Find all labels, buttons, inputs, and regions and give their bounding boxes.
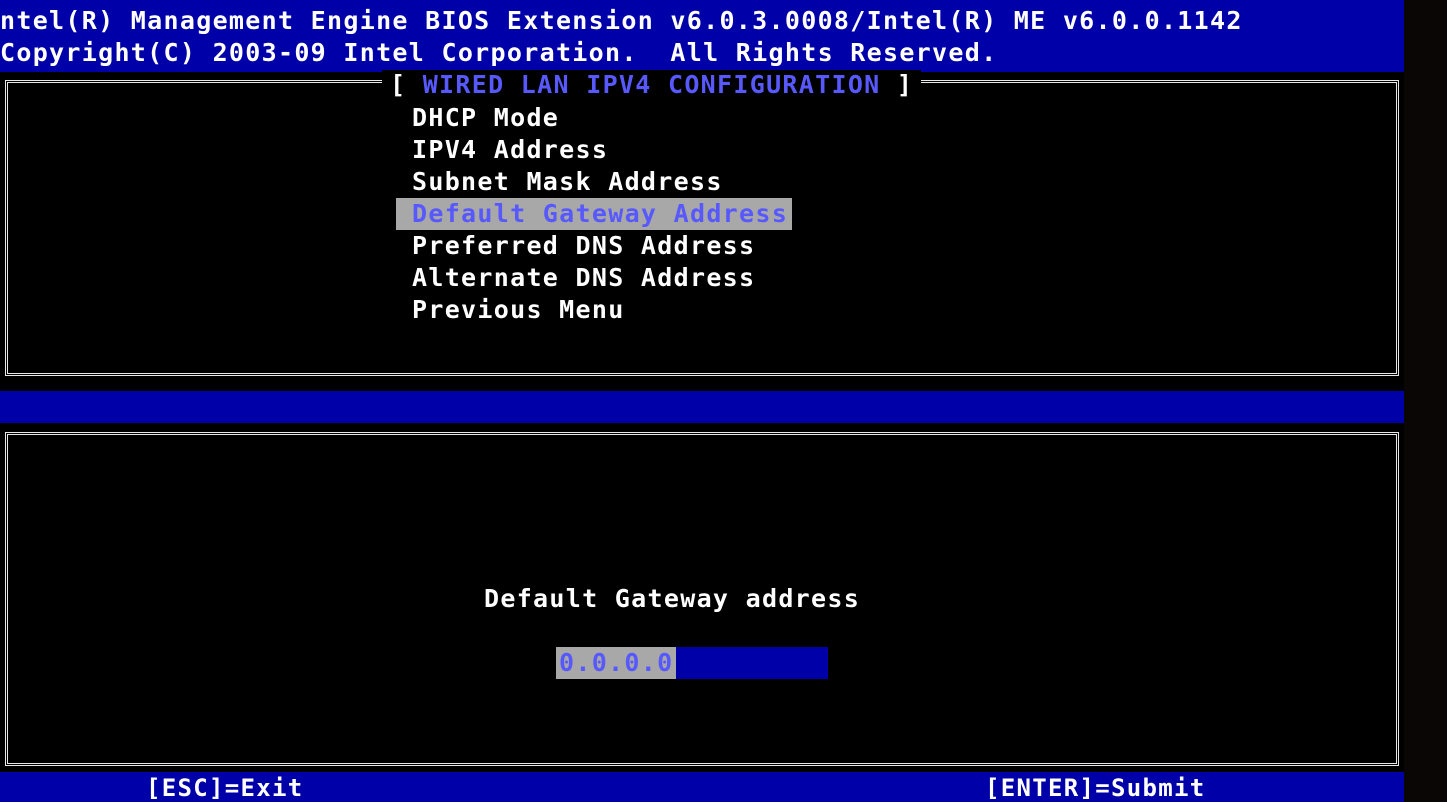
gateway-address-input[interactable]: 0.0.0.0 <box>556 647 828 679</box>
menu-title-close-bracket: ] <box>880 70 914 99</box>
menu-item-ipv4-address[interactable]: IPV4 Address <box>396 134 792 166</box>
menu-item-preferred-dns-address[interactable]: Preferred DNS Address <box>396 230 792 262</box>
input-prompt-label: Default Gateway address <box>484 584 861 613</box>
esc-exit-hint[interactable]: [ESC]=Exit <box>146 774 304 802</box>
menu-title: [ WIRED LAN IPV4 CONFIGURATION ] <box>382 70 922 99</box>
menu-title-text: WIRED LAN IPV4 CONFIGURATION <box>422 70 881 99</box>
menu-list: DHCP Mode IPV4 Address Subnet Mask Addre… <box>396 102 793 326</box>
bios-screen: ntel(R) Management Engine BIOS Extension… <box>0 0 1447 802</box>
header-version-text: ntel(R) Management Engine BIOS Extension… <box>0 6 1243 35</box>
menu-item-subnet-mask-address[interactable]: Subnet Mask Address <box>396 166 792 198</box>
status-bar <box>0 391 1404 423</box>
menu-item-alternate-dns-address[interactable]: Alternate DNS Address <box>396 262 792 294</box>
screen-edge <box>1404 0 1447 802</box>
menu-item-dhcp-mode[interactable]: DHCP Mode <box>396 102 792 134</box>
menu-item-previous-menu[interactable]: Previous Menu <box>396 294 792 326</box>
enter-submit-hint[interactable]: [ENTER]=Submit <box>985 774 1206 802</box>
header-copyright-text: Copyright(C) 2003-09 Intel Corporation. … <box>0 38 998 67</box>
header-bar: ntel(R) Management Engine BIOS Extension… <box>0 0 1404 72</box>
gateway-address-value: 0.0.0.0 <box>556 647 677 679</box>
footer-bar: [ESC]=Exit [ENTER]=Submit <box>0 772 1404 802</box>
menu-item-default-gateway-address[interactable]: Default Gateway Address <box>396 198 793 230</box>
menu-title-open-bracket: [ <box>390 70 423 99</box>
